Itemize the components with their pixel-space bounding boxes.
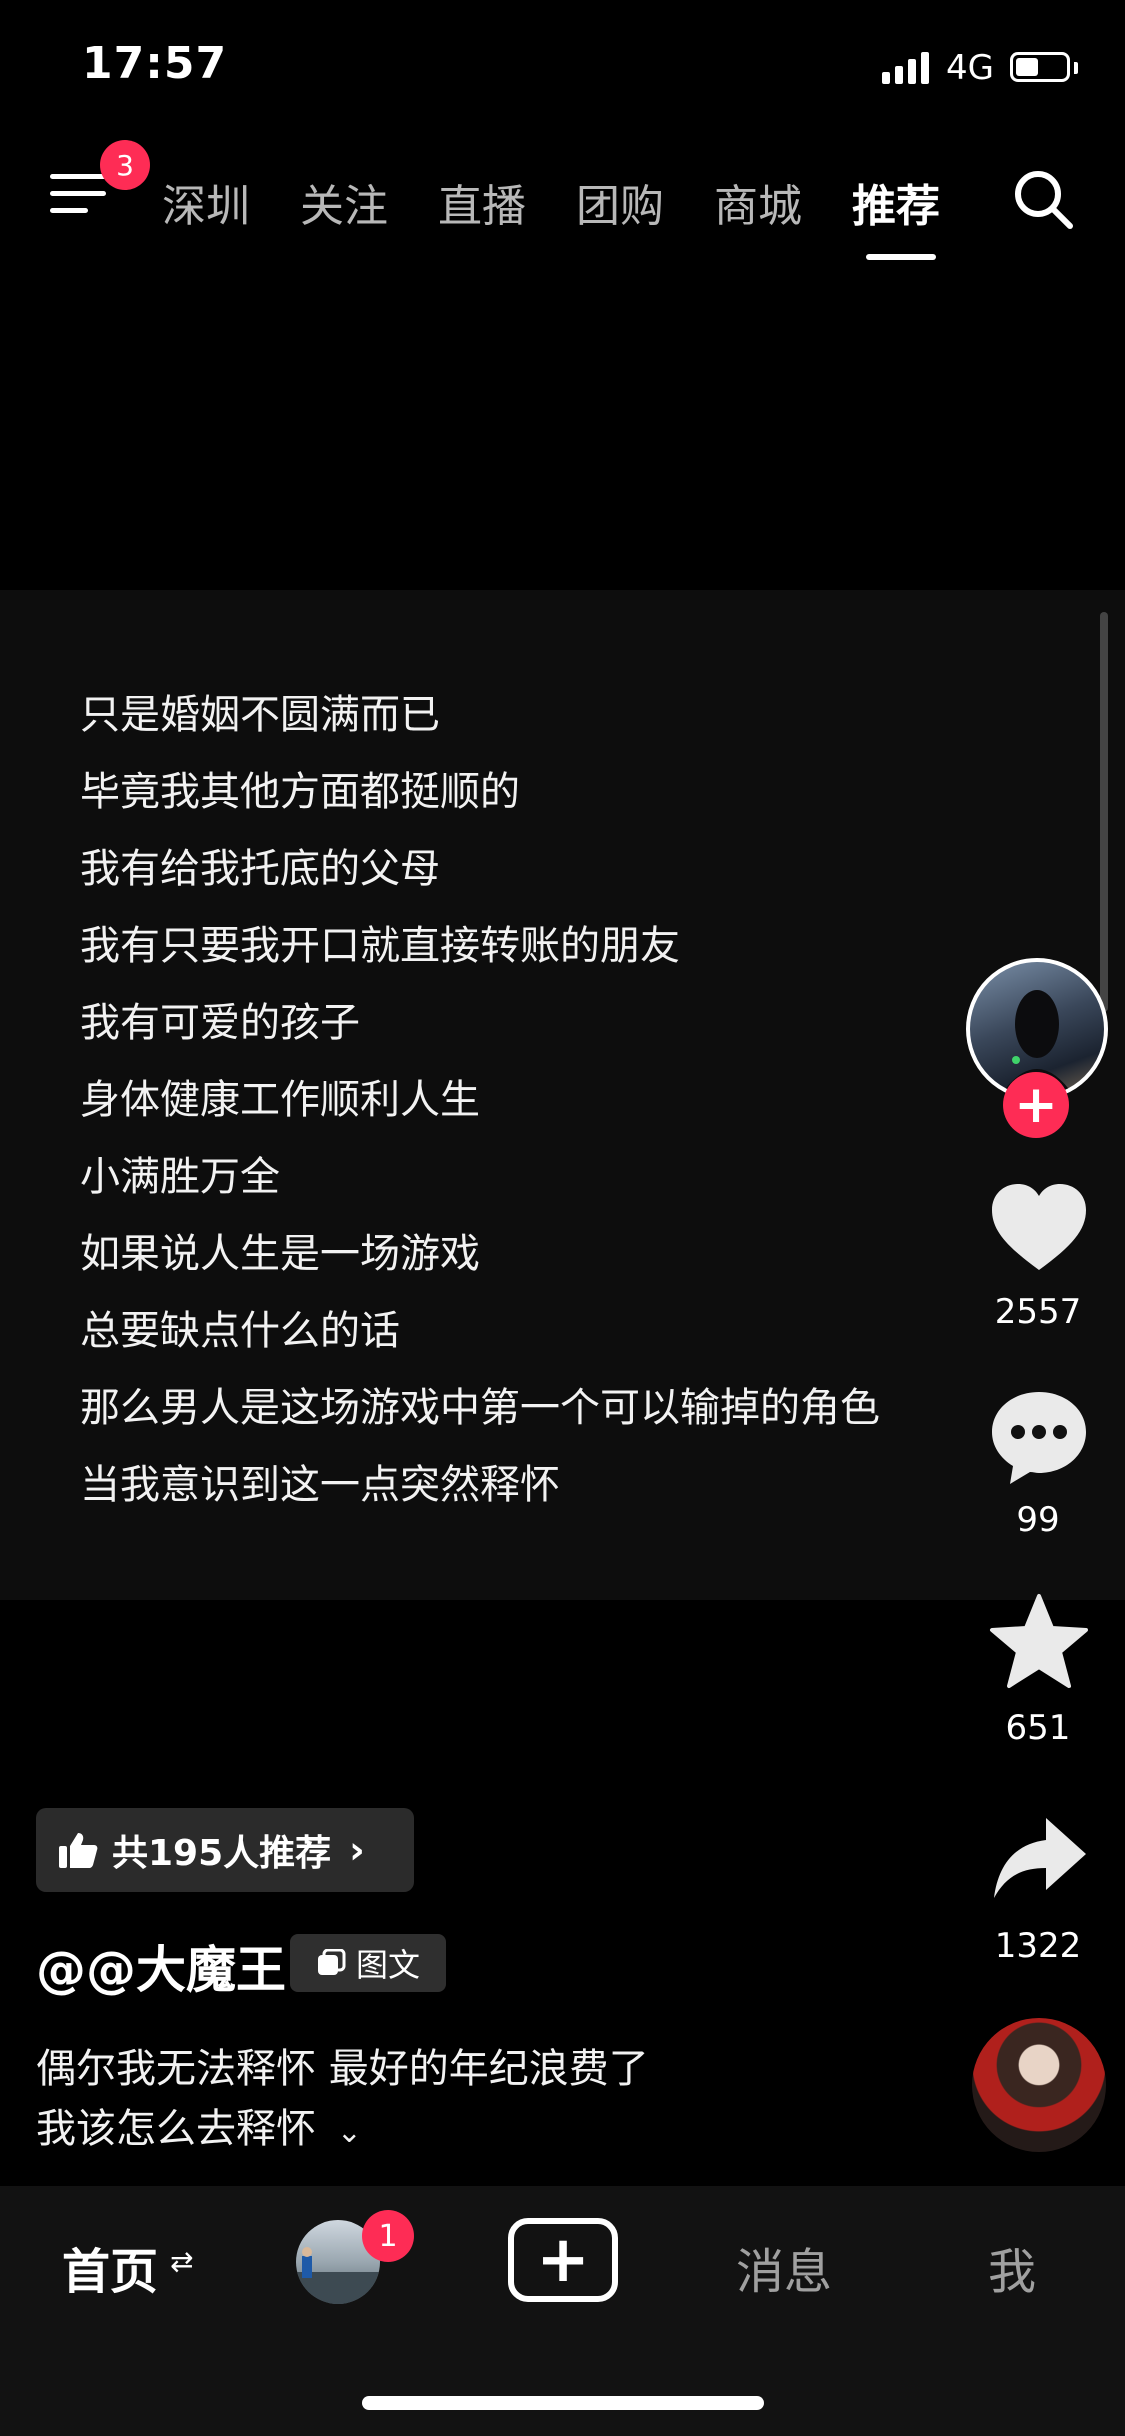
type-badge-label: 图文 [355,1946,420,1984]
post-text-line: 身体健康工作顺利人生 [80,1077,480,1123]
tab-group-buy[interactable]: 团购 [576,170,664,234]
tab-live[interactable]: 直播 [438,170,526,234]
post-text-line: 我有可爱的孩子 [80,1000,360,1046]
chevron-right-icon: › [349,1828,365,1872]
recommend-label: 共195人推荐 [112,1833,332,1874]
post-text-line: 那么男人是这场游戏中第一个可以输掉的角色 [80,1385,880,1431]
menu-badge: 3 [100,140,150,190]
share-icon[interactable] [986,1806,1092,1912]
post-text-line: 我有给我托底的父母 [80,846,440,892]
active-tab-indicator [866,254,936,260]
scrollbar[interactable] [1100,612,1108,1012]
post-text-line: 如果说人生是一场游戏 [80,1231,480,1277]
share-count: 1322 [994,1926,1082,1966]
comment-icon[interactable] [986,1384,1092,1490]
post-text-line: 我有只要我开口就直接转账的朋友 [80,923,680,969]
swap-arrows-icon: ⇄ [170,2245,194,2278]
tab-home[interactable]: 首页 [62,2232,158,2302]
post-text-line: 只是婚姻不圆满而已 [80,692,440,738]
star-icon[interactable] [986,1590,1092,1696]
status-time: 17:57 [82,38,228,89]
image-post-icon [317,1949,346,1975]
heart-icon[interactable] [986,1176,1092,1282]
battery-icon [1010,52,1070,82]
tab-me[interactable]: 我 [988,2232,1036,2302]
create-post-button[interactable]: + [508,2218,618,2302]
type-badge: 图文 [290,1934,446,1992]
chevron-down-icon[interactable]: ⌄ [337,2115,362,2150]
menu-icon[interactable] [50,174,106,224]
tab-mall[interactable]: 商城 [714,170,802,234]
battery-tip [1074,62,1078,74]
post-text-line: 当我意识到这一点突然释怀 [80,1462,560,1508]
tab-recommended[interactable]: 推荐 [852,170,940,234]
like-count: 2557 [994,1292,1082,1332]
comment-count: 99 [1016,1500,1060,1540]
post-text-line: 小满胜万全 [80,1154,280,1200]
post-text-line: 毕竟我其他方面都挺顺的 [80,769,520,815]
author-name[interactable]: @@大魔王 [36,1930,286,2002]
description-line-1: 偶尔我无法释怀 最好的年纪浪费了 [36,2046,649,2092]
home-indicator[interactable] [362,2396,764,2410]
tab-messages[interactable]: 消息 [736,2232,832,2302]
friends-badge: 1 [362,2210,414,2262]
network-type: 4G [946,48,994,88]
tab-shenzhen[interactable]: 深圳 [162,170,250,234]
description-line-2-text: 我该怎么去释怀 [36,2106,316,2152]
recommend-pill[interactable]: 共195人推荐 › [36,1808,414,1892]
search-icon[interactable] [1010,166,1076,232]
description-line-2[interactable]: 我该怎么去释怀 ⌄ [36,2096,362,2154]
favorite-count: 651 [1005,1708,1071,1748]
tab-following[interactable]: 关注 [300,170,388,234]
follow-button[interactable]: + [1003,1072,1069,1138]
music-disc-avatar[interactable] [972,2018,1106,2152]
signal-icon [882,52,929,84]
thumbs-up-icon [59,1833,98,1868]
post-text-line: 总要缺点什么的话 [80,1308,400,1354]
